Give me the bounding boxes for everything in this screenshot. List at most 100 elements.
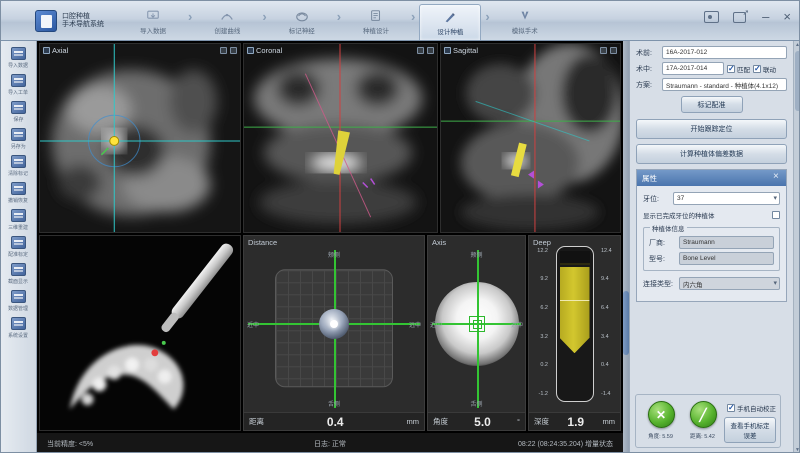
pin-icon[interactable] xyxy=(417,47,424,54)
workflow-step-6[interactable]: 模拟手术 xyxy=(494,4,556,40)
depth-scale-tick: 12.2 xyxy=(537,248,548,254)
sidebar-item-5[interactable]: 清除标记 xyxy=(2,155,36,177)
register-button[interactable]: 标记配准 xyxy=(681,96,743,113)
workflow-step-5[interactable]: 设计种植 xyxy=(419,4,481,40)
pin-icon[interactable] xyxy=(220,47,227,54)
intraop-input[interactable] xyxy=(662,62,724,75)
preop-input[interactable] xyxy=(662,46,787,59)
implant-info-group: 种植体信息 厂商: 型号: xyxy=(643,227,780,271)
three-d-viewport[interactable] xyxy=(39,235,241,431)
curve-icon xyxy=(218,8,236,24)
calibration-error-button[interactable]: 查看手机标定误差 xyxy=(724,417,776,443)
maximize-icon[interactable] xyxy=(230,47,237,54)
viewport-title: Coronal xyxy=(256,46,282,55)
window-controls: – × xyxy=(704,11,791,23)
three-d-jaw-model xyxy=(40,236,240,430)
simulate-icon xyxy=(516,8,534,24)
sidebar-item-7[interactable]: 三维重建 xyxy=(2,209,36,231)
pin-icon[interactable] xyxy=(600,47,607,54)
model-input[interactable] xyxy=(679,252,774,265)
viewport-info-icon xyxy=(247,47,254,54)
axial-viewport[interactable]: Axial xyxy=(39,43,241,233)
implant-position-marker xyxy=(319,309,349,339)
chevron-right-icon: › xyxy=(337,9,341,24)
viewport-title: Sagittal xyxy=(453,46,478,55)
depth-scale-tick: -1.4 xyxy=(601,391,610,397)
import-model-icon xyxy=(11,74,26,87)
maximize-icon[interactable] xyxy=(427,47,434,54)
sidebar-item-label: 导入数据 xyxy=(9,61,29,68)
status-bar: 当前精度: <5% 日志: 正常 08:22 (08:24:35.204) 增量… xyxy=(37,432,623,453)
direction-label-right: 远中 xyxy=(511,320,523,329)
preop-label: 术前: xyxy=(636,48,662,58)
sidebar-item-label: 导入工单 xyxy=(9,88,29,95)
register-icon xyxy=(11,236,26,249)
workflow-step-label: 标记神经 xyxy=(289,25,315,35)
tooth-select-value: 37 xyxy=(677,195,684,202)
metric-label: 距离 xyxy=(249,416,264,427)
close-icon[interactable] xyxy=(772,174,781,183)
save-icon xyxy=(11,101,26,114)
app-title-line1: 口腔种植 xyxy=(62,13,114,21)
sidebar-item-label: 配准标定 xyxy=(9,250,29,257)
sidebar-item-2[interactable]: 导入工单 xyxy=(2,74,36,96)
coronal-viewport[interactable]: Coronal xyxy=(243,43,438,233)
show-completed-checkbox[interactable] xyxy=(772,211,780,219)
sidebar-item-9[interactable]: 截面显示 xyxy=(2,263,36,285)
plan-input[interactable] xyxy=(662,78,787,91)
depth-tube xyxy=(556,246,594,402)
sidebar-item-label: 另存为 xyxy=(11,142,26,149)
auto-correct-checkbox[interactable] xyxy=(727,404,735,412)
sidebar-item-label: 保存 xyxy=(14,115,24,122)
cast-window-icon[interactable] xyxy=(704,11,719,23)
workflow-step-2[interactable]: 创建曲线 xyxy=(196,4,258,40)
maximize-icon[interactable] xyxy=(610,47,617,54)
scrollbar-thumb[interactable] xyxy=(795,51,800,111)
implant-pen-icon xyxy=(441,9,459,25)
sidebar-item-8[interactable]: 配准标定 xyxy=(2,236,36,258)
minimize-button[interactable]: – xyxy=(762,12,769,22)
viewport-grid: Axial xyxy=(37,41,623,432)
share-export-icon[interactable] xyxy=(733,11,748,23)
direction-label-right: 远中 xyxy=(409,320,421,329)
depth-scale-tick: 3.4 xyxy=(601,334,609,340)
implant-info-title: 种植体信息 xyxy=(650,223,687,233)
link-checkbox[interactable] xyxy=(753,65,761,73)
right-panel-scrollbar[interactable] xyxy=(793,41,800,453)
workflow-step-3[interactable]: 标记神经 xyxy=(271,4,333,40)
distance-gauge: Distance 颊侧 舌侧 近中 远中 距离 0.4 mm xyxy=(243,235,425,431)
reconstruct-icon xyxy=(11,209,26,222)
workflow-steps: 导入数据›创建曲线›标记神经›种植设计›设计种植›模拟手术 xyxy=(122,1,556,41)
sidebar-item-6[interactable]: 撤销恢复 xyxy=(2,182,36,204)
sidebar-item-4[interactable]: 另存为 xyxy=(2,128,36,150)
direction-label-left: 近中 xyxy=(430,320,442,329)
sidebar-item-1[interactable]: 导入数据 xyxy=(2,47,36,69)
settings-icon xyxy=(11,317,26,330)
sidebar-item-10[interactable]: 数据管理 xyxy=(2,290,36,312)
calc-deviation-button[interactable]: 计算种植体偏差数据 xyxy=(636,144,787,164)
angle-check-button[interactable]: ✕ xyxy=(648,401,675,428)
workflow-step-label: 导入数据 xyxy=(140,25,166,35)
undo-icon xyxy=(11,182,26,195)
depth-scale-tick: 6.4 xyxy=(601,305,609,311)
title-bar: 口腔种植 手术导航系统 导入数据›创建曲线›标记神经›种植设计›设计种植›模拟手… xyxy=(1,1,800,41)
clear-icon xyxy=(11,155,26,168)
sidebar-item-3[interactable]: 保存 xyxy=(2,101,36,123)
tool-sidebar: 导入数据导入工单保存另存为清除标记撤销恢复三维重建配准标定截面显示数据管理系统设… xyxy=(1,41,37,453)
sidebar-item-11[interactable]: 系统设置 xyxy=(2,317,36,339)
connection-type-select[interactable]: 内六角 xyxy=(679,277,780,290)
tooth-select[interactable]: 37 xyxy=(673,192,780,205)
workflow-step-1[interactable]: 导入数据 xyxy=(122,4,184,40)
depth-scale-tick: 0.2 xyxy=(540,362,548,368)
sagittal-viewport[interactable]: Sagittal xyxy=(440,43,621,233)
match-checkbox[interactable] xyxy=(727,65,735,73)
depth-scale-tick: 9.2 xyxy=(540,276,548,282)
vendor-input[interactable] xyxy=(679,236,774,249)
model-label: 型号: xyxy=(649,254,679,264)
tooth-label: 牙位: xyxy=(643,194,673,204)
direction-label-top: 颊侧 xyxy=(328,250,340,259)
distance-check-button[interactable]: ╱ xyxy=(690,401,717,428)
workflow-step-4[interactable]: 种植设计 xyxy=(345,4,407,40)
close-button[interactable]: × xyxy=(783,12,791,22)
track-button[interactable]: 开始跟踪定位 xyxy=(636,119,787,139)
